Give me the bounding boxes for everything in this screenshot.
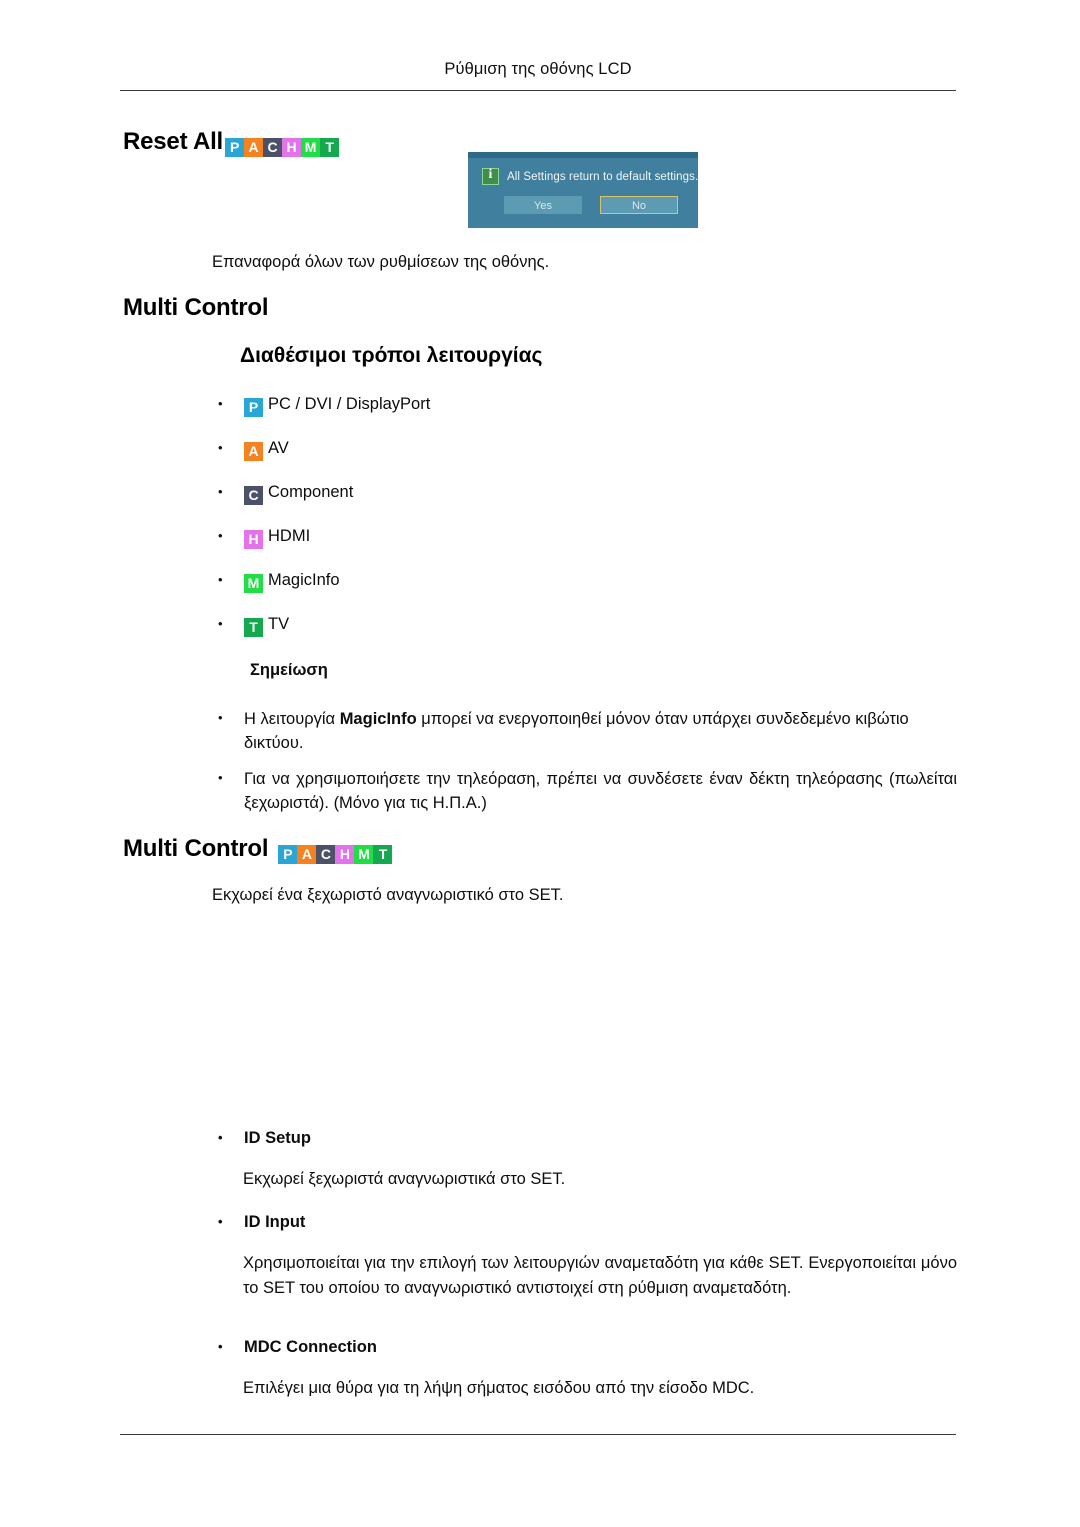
- mode-list-item: P PC / DVI / DisplayPort: [212, 391, 772, 417]
- list-item-id-input: ID Input: [212, 1209, 957, 1235]
- osd-message-row: All Settings return to default settings.: [482, 167, 699, 185]
- note-text-bold: MagicInfo: [339, 710, 417, 728]
- mode-list-item: H HDMI: [212, 523, 772, 549]
- mode-badge-a-icon: A: [244, 442, 263, 461]
- heading-multi-control: Multi Control: [123, 294, 269, 321]
- note-text: Για να χρησιμοποιήσετε την τηλεόραση, πρ…: [244, 770, 957, 812]
- mode-list-item: A AV: [212, 435, 772, 461]
- mode-badge-m-icon: M: [244, 574, 263, 593]
- mode-list-item-label: PC / DVI / DisplayPort: [268, 395, 431, 413]
- note-item: Η λειτουργία MagicInfo μπορεί να ενεργοπ…: [212, 706, 957, 755]
- heading-multi-control-detail: Multi Control P A C H M T: [123, 835, 393, 864]
- list-item-mdc-connection: MDC Connection: [212, 1334, 957, 1360]
- osd-no-button[interactable]: No: [600, 196, 678, 214]
- mode-list-item-label: MagicInfo: [268, 571, 340, 589]
- id-input-body: Χρησιμοποιείται για την επιλογή των λειτ…: [243, 1254, 957, 1297]
- id-setup-bullet: ID Setup: [212, 1125, 957, 1151]
- mode-badge-strip-multi-control: PACHMT: [278, 845, 393, 864]
- mode-badge-a-icon: A: [297, 845, 317, 864]
- info-icon: [482, 167, 499, 185]
- mode-badge-m-icon: M: [354, 845, 374, 864]
- list-item-id-setup: ID Setup: [212, 1125, 957, 1151]
- mode-list-item-label: TV: [268, 615, 290, 633]
- running-header: Ρύθμιση της οθόνης LCD: [444, 60, 632, 78]
- id-setup-body: Εκχωρεί ξεχωριστά αναγνωριστικά στο SET.: [243, 1170, 566, 1188]
- mode-list-item-label: HDMI: [268, 527, 311, 545]
- note-label: Σημείωση: [250, 661, 328, 679]
- document-page: Ρύθμιση της οθόνης LCD Reset AllPACHMT A…: [0, 0, 1080, 1527]
- heading-reset-all: Reset All P A C H M T: [123, 128, 340, 157]
- mode-list-item: T TV: [212, 611, 772, 637]
- osd-message-text: All Settings return to default settings.: [507, 170, 699, 183]
- note-item: Για να χρησιμοποιήσετε την τηλεόραση, πρ…: [212, 766, 957, 815]
- osd-button-row: Yes No: [504, 196, 678, 214]
- mdc-connection-body: Επιλέγει μια θύρα για τη λήψη σήματος ει…: [243, 1379, 755, 1397]
- mode-list-item: M MagicInfo: [212, 567, 772, 593]
- mode-badge-m-icon: M: [301, 138, 321, 157]
- mode-badge-h-icon: H: [282, 138, 302, 157]
- footer-rule: [120, 1434, 956, 1435]
- mdc-connection-bullet: MDC Connection: [212, 1334, 957, 1360]
- mode-badge-t-icon: T: [320, 138, 340, 157]
- mode-badge-c-icon: C: [244, 486, 263, 505]
- mode-list-item: C Component: [212, 479, 772, 505]
- mode-badge-t-icon: T: [244, 618, 263, 637]
- header-rule: [120, 90, 956, 91]
- mode-badge-p-icon: P: [244, 398, 263, 417]
- multi-control-description: Εκχωρεί ένα ξεχωριστό αναγνωριστικό στο …: [212, 886, 564, 904]
- mode-badge-p-icon: P: [278, 845, 298, 864]
- mode-badge-a-icon: A: [244, 138, 264, 157]
- note-text-before: Η λειτουργία: [244, 710, 340, 728]
- mode-badge-c-icon: C: [263, 138, 283, 157]
- available-modes-list: P PC / DVI / DisplayPort A AV C Component H HDM…: [212, 391, 772, 656]
- heading-reset-all-label: Reset All: [123, 128, 224, 155]
- mode-badge-h-icon: H: [335, 845, 355, 864]
- reset-all-description: Επαναφορά όλων των ρυθμίσεων της οθόνης.: [212, 253, 550, 271]
- id-input-bullet: ID Input: [212, 1209, 957, 1235]
- heading-multi-control-detail-label: Multi Control: [123, 835, 269, 862]
- heading-available-modes: Διαθέσιμοι τρόποι λειτουργίας: [240, 344, 543, 367]
- mode-list-item-label: AV: [268, 439, 289, 457]
- mode-badge-h-icon: H: [244, 530, 263, 549]
- mode-badge-strip-reset-all: PACHMT: [225, 138, 340, 157]
- mode-badge-p-icon: P: [225, 138, 245, 157]
- osd-dialog-reset-all: All Settings return to default settings.…: [468, 158, 698, 228]
- notes-list: Η λειτουργία MagicInfo μπορεί να ενεργοπ…: [212, 706, 957, 815]
- mode-badge-t-icon: T: [373, 845, 393, 864]
- mode-list-item-label: Component: [268, 483, 354, 501]
- osd-yes-button[interactable]: Yes: [504, 196, 582, 214]
- mode-badge-c-icon: C: [316, 845, 336, 864]
